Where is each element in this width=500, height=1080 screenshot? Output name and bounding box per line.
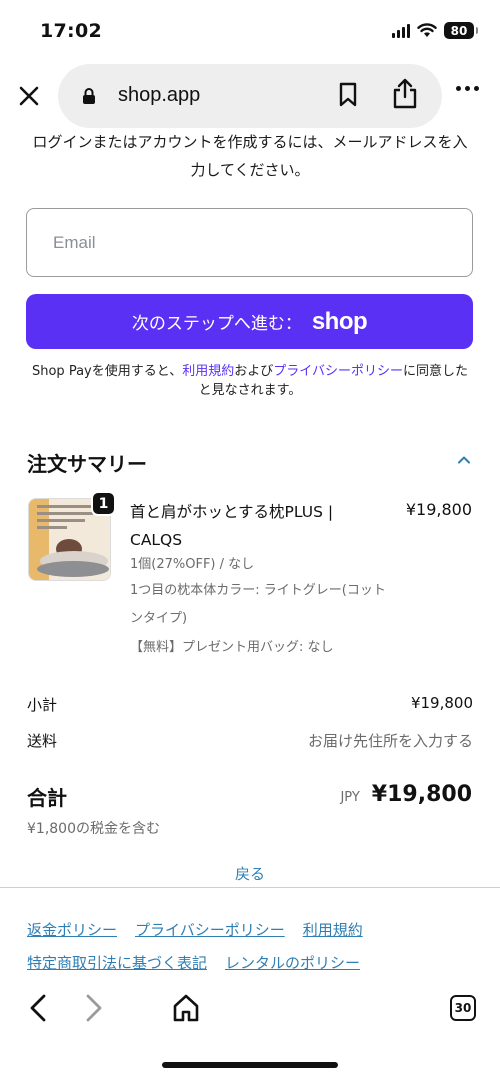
close-button[interactable] [14, 81, 44, 111]
total-value: ¥19,800 [371, 782, 472, 807]
continue-with-shop-button[interactable]: 次のステップへ進む： shop [26, 294, 473, 349]
shipping-label: 送料 [27, 732, 58, 750]
product-gift-bag-option: 【無料】プレゼント用バッグ: なし [130, 640, 334, 655]
forward-arrow-icon[interactable] [82, 993, 106, 1023]
total-label: 合計 [27, 786, 67, 810]
product-color-option: 1つ目の枕本体カラー: ライトグレー(コットンタイプ) [130, 583, 386, 626]
divider [0, 887, 500, 888]
tabs-icon[interactable]: 30 [450, 995, 476, 1021]
home-indicator [162, 1062, 338, 1068]
footer-links-row-1: 返金ポリシー プライバシーポリシー 利用規約 [27, 919, 363, 940]
quantity-badge: 1 [91, 491, 116, 516]
email-input[interactable] [27, 209, 472, 276]
shop-pay-terms: Shop Payを使用すると、利用規約およびプライバシーポリシーに同意したと見な… [26, 362, 474, 400]
back-link[interactable]: 戻る [0, 863, 500, 884]
product-price: ¥19,800 [405, 500, 472, 519]
address-bar[interactable]: shop.app [58, 64, 442, 128]
back-arrow-icon[interactable] [26, 993, 50, 1023]
total-amount: JPY ¥19,800 [340, 782, 472, 807]
cellular-signal-icon [392, 23, 410, 38]
terms-prefix: Shop Payを使用すると、 [31, 364, 183, 379]
status-time: 17:02 [40, 20, 102, 42]
email-field[interactable] [26, 208, 473, 277]
privacy-policy-link[interactable]: プライバシーポリシー [135, 919, 285, 940]
terms-of-service-link[interactable]: 利用規約 [303, 919, 363, 940]
shipping-value: お届け先住所を入力する [307, 732, 473, 750]
battery-icon: 80 [444, 22, 478, 39]
browser-toolbar: shop.app [0, 64, 500, 130]
url-text: shop.app [118, 84, 201, 106]
wifi-icon [417, 23, 437, 37]
rental-policy-link[interactable]: レンタルのポリシー [225, 952, 360, 973]
total-currency: JPY [340, 790, 360, 805]
terms-middle: および [234, 364, 274, 379]
more-icon[interactable] [456, 86, 479, 91]
product-name: 首と肩がホッとする枕PLUS | CALQS [130, 503, 334, 549]
order-summary-title: 注文サマリー [27, 452, 147, 476]
subtotal-label: 小計 [27, 696, 58, 714]
share-icon[interactable] [392, 78, 418, 110]
subtotal-value: ¥19,800 [410, 694, 473, 712]
refund-policy-link[interactable]: 返金ポリシー [27, 919, 117, 940]
browser-bottom-nav: 30 [0, 985, 500, 1035]
product-variant: 1個(27%OFF) / なし [130, 557, 255, 572]
lock-icon [83, 88, 95, 104]
continue-button-label: 次のステップへ進む： [131, 314, 302, 334]
terms-link[interactable]: 利用規約 [182, 364, 234, 379]
tax-note: ¥1,800の税金を含む [27, 821, 160, 837]
close-icon [19, 86, 39, 106]
bookmark-icon[interactable] [338, 82, 358, 108]
commerce-law-link[interactable]: 特定商取引法に基づく表記 [27, 952, 207, 973]
status-icons: 80 [392, 22, 478, 39]
footer-links-row-2: 特定商取引法に基づく表記 レンタルのポリシー [27, 952, 360, 973]
login-instruction: ログインまたはアカウントを作成するには、メールアドレスを入力してください。 [32, 133, 468, 179]
chevron-up-icon[interactable] [456, 452, 472, 468]
shipping-row: 送料 お届け先住所を入力する [27, 730, 473, 751]
privacy-link[interactable]: プライバシーポリシー [273, 364, 403, 379]
subtotal-row: 小計 ¥19,800 [27, 694, 473, 715]
home-icon[interactable] [172, 993, 200, 1023]
shop-logo: shop [311, 307, 368, 335]
status-bar: 17:02 80 [0, 0, 500, 60]
